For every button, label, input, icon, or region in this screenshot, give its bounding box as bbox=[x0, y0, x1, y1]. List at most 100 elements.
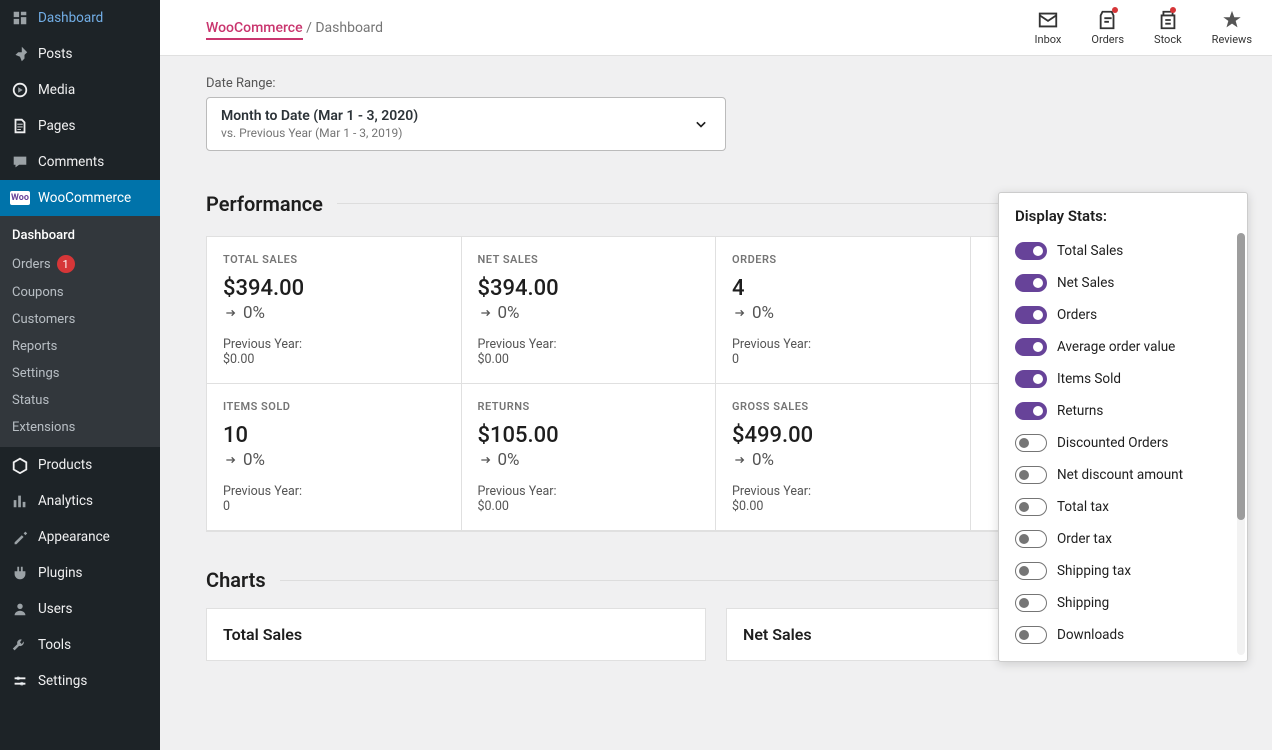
submenu-orders[interactable]: Orders1 bbox=[0, 249, 160, 279]
dashboard-icon bbox=[10, 8, 30, 28]
card-label: ITEMS SOLD bbox=[223, 400, 445, 413]
toggle-switch[interactable] bbox=[1015, 498, 1047, 516]
toggle-label: Shipping tax bbox=[1057, 563, 1131, 579]
performance-card[interactable]: RETURNS $105.00 0% Previous Year: $0.00 bbox=[462, 384, 717, 531]
arrow-right-icon bbox=[732, 452, 748, 468]
card-value: $394.00 bbox=[223, 276, 445, 301]
toggle-row[interactable]: Order tax bbox=[1015, 523, 1231, 555]
orders-badge: 1 bbox=[57, 255, 75, 273]
appearance-icon bbox=[10, 527, 30, 547]
settings-icon bbox=[10, 671, 30, 691]
topaction-orders[interactable]: Orders bbox=[1091, 9, 1124, 46]
toggle-label: Net Sales bbox=[1057, 275, 1114, 291]
sidebar-item-woocommerce[interactable]: Woo WooCommerce bbox=[0, 180, 160, 216]
sidebar-item-media[interactable]: Media bbox=[0, 72, 160, 108]
arrow-right-icon bbox=[732, 305, 748, 321]
performance-card[interactable]: NET SALES $394.00 0% Previous Year: $0.0… bbox=[462, 237, 717, 384]
toggle-row[interactable]: Average order value bbox=[1015, 331, 1231, 363]
topaction-inbox[interactable]: Inbox bbox=[1035, 9, 1062, 46]
toggle-switch[interactable] bbox=[1015, 594, 1047, 612]
toggle-row[interactable]: Shipping bbox=[1015, 587, 1231, 619]
popover-scrollbar[interactable] bbox=[1237, 233, 1245, 655]
toggle-label: Total Sales bbox=[1057, 243, 1123, 259]
toggle-switch[interactable] bbox=[1015, 434, 1047, 452]
card-prev-value: $0.00 bbox=[478, 352, 700, 367]
submenu-extensions[interactable]: Extensions bbox=[0, 414, 160, 441]
sidebar-item-label: Pages bbox=[38, 118, 76, 134]
sidebar-item-analytics[interactable]: Analytics bbox=[0, 483, 160, 519]
performance-card[interactable]: ORDERS 4 0% Previous Year: 0 bbox=[716, 237, 971, 384]
toggle-row[interactable]: Items Sold bbox=[1015, 363, 1231, 395]
toggle-switch[interactable] bbox=[1015, 338, 1047, 356]
toggle-switch[interactable] bbox=[1015, 626, 1047, 644]
submenu-coupons[interactable]: Coupons bbox=[0, 279, 160, 306]
mail-icon bbox=[1037, 9, 1059, 31]
card-prev-label: Previous Year: bbox=[478, 337, 700, 352]
toggle-switch[interactable] bbox=[1015, 274, 1047, 292]
submenu-settings[interactable]: Settings bbox=[0, 360, 160, 387]
sidebar-item-label: Settings bbox=[38, 673, 87, 689]
card-value: $105.00 bbox=[478, 423, 700, 448]
submenu-status[interactable]: Status bbox=[0, 387, 160, 414]
toggle-switch[interactable] bbox=[1015, 530, 1047, 548]
card-prev-value: 0 bbox=[223, 499, 445, 514]
card-prev-label: Previous Year: bbox=[478, 484, 700, 499]
sidebar-item-dashboard[interactable]: Dashboard bbox=[0, 0, 160, 36]
sidebar-item-label: Posts bbox=[38, 46, 72, 62]
sidebar-item-settings[interactable]: Settings bbox=[0, 663, 160, 699]
sidebar-item-users[interactable]: Users bbox=[0, 591, 160, 627]
sidebar-item-posts[interactable]: Posts bbox=[0, 36, 160, 72]
toggle-row[interactable]: Net discount amount bbox=[1015, 459, 1231, 491]
toggle-switch[interactable] bbox=[1015, 370, 1047, 388]
charts-title: Charts bbox=[206, 568, 266, 592]
card-delta: 0% bbox=[478, 450, 700, 470]
toggle-row[interactable]: Discounted Orders bbox=[1015, 427, 1231, 459]
topaction-reviews[interactable]: Reviews bbox=[1212, 9, 1252, 46]
analytics-icon bbox=[10, 491, 30, 511]
topaction-stock[interactable]: Stock bbox=[1154, 9, 1182, 46]
card-value: 4 bbox=[732, 276, 954, 301]
submenu-reports[interactable]: Reports bbox=[0, 333, 160, 360]
daterange-sub: vs. Previous Year (Mar 1 - 3, 2019) bbox=[221, 126, 418, 140]
sidebar-item-comments[interactable]: Comments bbox=[0, 144, 160, 180]
toggle-label: Shipping bbox=[1057, 595, 1109, 611]
chart-total-sales[interactable]: Total Sales bbox=[206, 608, 706, 661]
submenu-customers[interactable]: Customers bbox=[0, 306, 160, 333]
toggle-row[interactable]: Shipping tax bbox=[1015, 555, 1231, 587]
sidebar-item-pages[interactable]: Pages bbox=[0, 108, 160, 144]
sidebar-item-label: Comments bbox=[38, 154, 104, 170]
card-prev-value: $0.00 bbox=[223, 352, 445, 367]
sidebar-item-label: Plugins bbox=[38, 565, 83, 581]
card-delta: 0% bbox=[732, 303, 954, 323]
toggle-label: Net discount amount bbox=[1057, 467, 1183, 483]
performance-card[interactable]: GROSS SALES $499.00 0% Previous Year: $0… bbox=[716, 384, 971, 531]
performance-card[interactable]: TOTAL SALES $394.00 0% Previous Year: $0… bbox=[207, 237, 462, 384]
toggle-switch[interactable] bbox=[1015, 466, 1047, 484]
toggle-switch[interactable] bbox=[1015, 402, 1047, 420]
breadcrumb-root[interactable]: WooCommerce bbox=[206, 20, 303, 40]
woo-icon: Woo bbox=[10, 188, 30, 208]
notification-dot bbox=[1112, 7, 1118, 13]
toggle-switch[interactable] bbox=[1015, 306, 1047, 324]
arrow-right-icon bbox=[478, 305, 494, 321]
performance-card[interactable]: ITEMS SOLD 10 0% Previous Year: 0 bbox=[207, 384, 462, 531]
card-delta: 0% bbox=[223, 303, 445, 323]
daterange-selector[interactable]: Month to Date (Mar 1 - 3, 2020) vs. Prev… bbox=[206, 97, 726, 151]
toggle-row[interactable]: Orders bbox=[1015, 299, 1231, 331]
toggle-switch[interactable] bbox=[1015, 562, 1047, 580]
toggle-switch[interactable] bbox=[1015, 242, 1047, 260]
toggle-row[interactable]: Total Sales bbox=[1015, 235, 1231, 267]
products-icon bbox=[10, 455, 30, 475]
card-label: GROSS SALES bbox=[732, 400, 954, 413]
toggle-row[interactable]: Returns bbox=[1015, 395, 1231, 427]
toggle-row[interactable]: Net Sales bbox=[1015, 267, 1231, 299]
daterange-label: Date Range: bbox=[206, 76, 1226, 91]
sidebar-item-products[interactable]: Products bbox=[0, 447, 160, 483]
sidebar-item-plugins[interactable]: Plugins bbox=[0, 555, 160, 591]
toggle-row[interactable]: Total tax bbox=[1015, 491, 1231, 523]
card-value: 10 bbox=[223, 423, 445, 448]
sidebar-item-appearance[interactable]: Appearance bbox=[0, 519, 160, 555]
submenu-dashboard[interactable]: Dashboard bbox=[0, 222, 160, 249]
toggle-row[interactable]: Downloads bbox=[1015, 619, 1231, 651]
sidebar-item-tools[interactable]: Tools bbox=[0, 627, 160, 663]
